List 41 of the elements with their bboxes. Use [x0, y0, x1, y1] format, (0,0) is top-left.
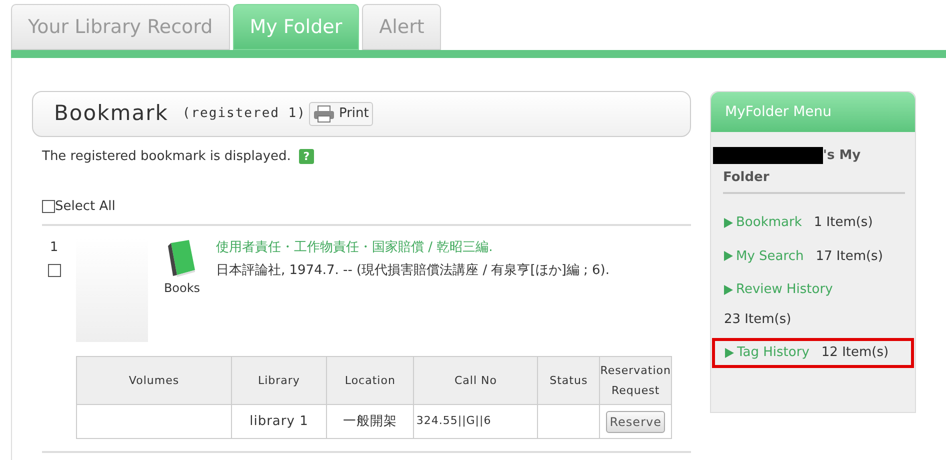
heading: Bookmark [54, 100, 168, 128]
column-header: Reservation Request [600, 356, 672, 404]
book-icon [167, 239, 197, 277]
column-header: Location [326, 356, 414, 404]
reserve-button[interactable]: Reserve [606, 410, 666, 432]
help-icon[interactable]: ? [298, 149, 314, 164]
column-header: Volumes [76, 356, 232, 404]
record-number: 1 [50, 239, 58, 257]
column-header: Status [538, 356, 600, 404]
record-title-link[interactable]: 使用者責任・工作物責任・国家賠償 / 乾昭三編. [216, 238, 610, 258]
arrow-icon [725, 348, 734, 358]
table-cell: library 1 [232, 404, 326, 438]
item-count: 17 Item(s) [816, 248, 883, 266]
sidebar-title: MyFolder Menu [725, 102, 832, 122]
arrow-icon [724, 284, 733, 295]
tab[interactable]: Your Library Record [11, 4, 230, 50]
tab[interactable]: Alert [362, 4, 442, 50]
table-cell: 324.55||G||6 [414, 404, 538, 438]
column-header: Call No [414, 356, 538, 404]
description: The registered bookmark is displayed. [42, 148, 291, 166]
item-count: 23 Item(s) [724, 310, 792, 328]
owner-name-text: Folder [723, 168, 770, 186]
tab[interactable]: My Folder [232, 4, 360, 50]
material-type: Books [164, 280, 200, 297]
registered-count: (registered 1) [182, 105, 306, 124]
select-all-checkbox[interactable]: Select All [42, 196, 116, 216]
menu-link[interactable]: My Search [724, 246, 804, 266]
menu-link[interactable]: Bookmark [724, 213, 802, 232]
record-details: 日本評論社, 1974.7. -- (現代損害賠償法講座 / 有泉亨[ほか]編 ; 6). [216, 262, 610, 280]
menu-link[interactable]: Review History [724, 280, 833, 300]
table-cell: 一般開架 [326, 404, 414, 438]
item-count: 1 Item(s) [814, 214, 873, 232]
item-count: 12 Item(s) [821, 344, 889, 362]
record-checkbox[interactable] [48, 264, 60, 276]
print-button[interactable]: Print [308, 102, 373, 126]
arrow-icon [724, 218, 733, 228]
owner-name-text: 's My [823, 147, 861, 165]
arrow-icon [724, 251, 733, 262]
column-header: Library [232, 356, 326, 404]
printer-icon [312, 105, 335, 123]
menu-link[interactable]: Tag History [725, 343, 810, 362]
